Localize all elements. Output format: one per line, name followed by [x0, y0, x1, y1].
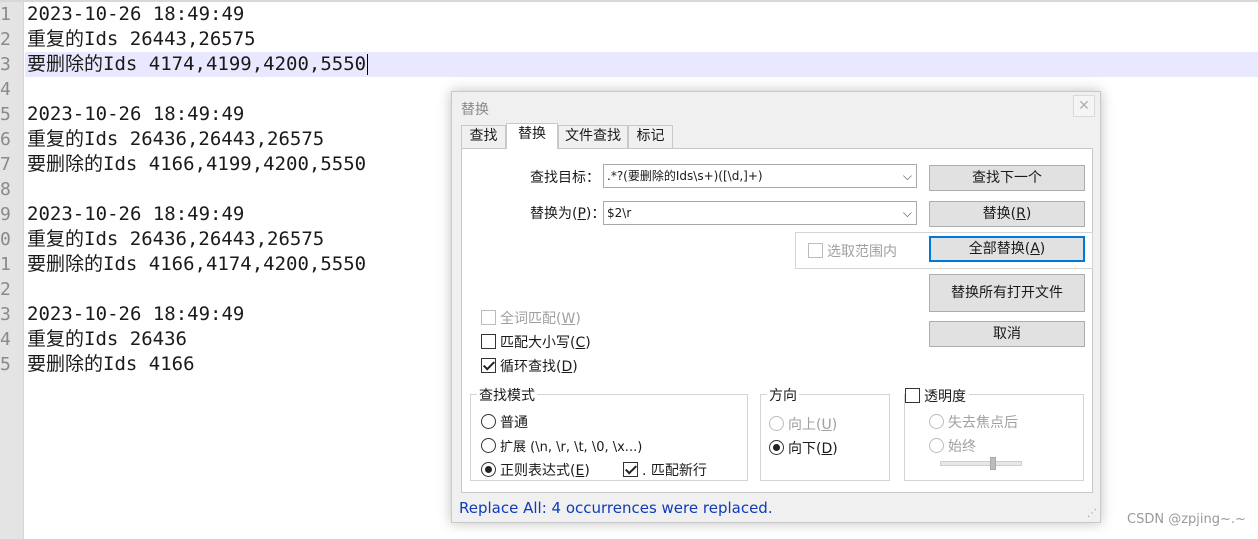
checkbox[interactable]	[481, 310, 496, 325]
find-what-label: 查找目标：	[530, 170, 600, 186]
line-number: 3	[0, 54, 11, 75]
replace-with-label: 替换为(P)：	[530, 206, 606, 222]
direction-up-option[interactable]: 向上(U)	[769, 414, 837, 434]
direction-title: 方向	[767, 385, 799, 405]
checkbox[interactable]	[481, 334, 496, 349]
line-number: 5	[0, 104, 11, 125]
editor-line-current[interactable]: 要删除的Ids 4174,4199,4200,5550	[25, 52, 1258, 77]
replace-all-in-open-docs-button[interactable]: 替换所有打开文件	[929, 274, 1085, 312]
line-number: 3	[0, 304, 11, 325]
transparency-on-lose-focus-option[interactable]: 失去焦点后	[929, 412, 1018, 432]
line-number: 0	[0, 229, 11, 250]
tab-mark[interactable]: 标记	[628, 125, 673, 148]
search-mode-title: 查找模式	[477, 385, 537, 405]
replace-with-value: $2\r	[607, 206, 632, 220]
replace-dialog: 替换 ✕ 查找 替换 文件查找 标记 查找目标： .*?(要删除的Ids\s+)…	[451, 91, 1101, 523]
dialog-title: 替换	[461, 102, 489, 118]
line-number: 9	[0, 204, 11, 225]
radio[interactable]	[481, 414, 496, 429]
checkbox-checked[interactable]	[623, 462, 638, 477]
resize-grip-icon[interactable]: ⋰	[1087, 508, 1097, 519]
find-what-value: .*?(要删除的Ids\s+)([\d,]+)	[607, 169, 763, 183]
radio[interactable]	[929, 438, 944, 453]
whole-word-option[interactable]: 全词匹配(W)	[481, 308, 581, 328]
dot-matches-newline-option[interactable]: . 匹配新行	[623, 460, 707, 480]
in-selection-option[interactable]: 选取范围内	[808, 241, 897, 261]
mode-normal-option[interactable]: 普通	[481, 412, 528, 432]
radio[interactable]	[481, 438, 496, 453]
editor-line[interactable]: 重复的Ids 26443,26575	[25, 27, 1258, 52]
wrap-around-option[interactable]: 循环查找(D)	[481, 356, 578, 376]
transparency-slider[interactable]	[940, 461, 1022, 466]
chevron-down-icon[interactable]: ⌵	[903, 202, 912, 224]
line-number: 7	[0, 154, 11, 175]
replace-with-combo[interactable]: $2\r ⌵	[603, 201, 917, 225]
line-number: 4	[0, 79, 11, 100]
line-number: 5	[0, 354, 11, 375]
mode-extended-option[interactable]: 扩展 (\n, \r, \t, \0, \x...)	[481, 436, 642, 456]
line-number: 1	[0, 254, 11, 275]
line-number: 6	[0, 129, 11, 150]
match-case-option[interactable]: 匹配大小写(C)	[481, 332, 591, 352]
text-caret	[367, 54, 369, 75]
transparency-slider-thumb[interactable]	[990, 457, 997, 470]
cancel-button[interactable]: 取消	[929, 321, 1085, 347]
checkbox-checked[interactable]	[481, 358, 496, 373]
replace-panel: 查找目标： .*?(要删除的Ids\s+)([\d,]+) ⌵ 替换为(P)： …	[461, 148, 1093, 493]
direction-down-option[interactable]: 向下(D)	[769, 438, 838, 458]
radio-checked[interactable]	[481, 462, 496, 477]
line-number: 2	[0, 29, 11, 50]
replace-button[interactable]: 替换(R)	[929, 201, 1085, 227]
radio[interactable]	[929, 414, 944, 429]
line-number: 4	[0, 329, 11, 350]
chevron-down-icon[interactable]: ⌵	[903, 165, 912, 187]
line-number: 2	[0, 279, 11, 300]
status-message: Replace All: 4 occurrences were replaced…	[459, 499, 773, 517]
find-next-button[interactable]: 查找下一个	[929, 165, 1085, 191]
transparency-option[interactable]: 透明度	[905, 386, 969, 406]
mode-regex-option[interactable]: 正则表达式(E)	[481, 460, 590, 480]
line-number-gutter: 1 2 3 4 5 6 7 8 9 0 1 2 3 4 5	[0, 2, 24, 539]
line-number: 8	[0, 179, 11, 200]
radio[interactable]	[769, 416, 784, 431]
radio-checked[interactable]	[769, 440, 784, 455]
editor-line[interactable]: 2023-10-26 18:49:49	[25, 2, 1258, 27]
checkbox[interactable]	[905, 388, 920, 403]
tab-replace[interactable]: 替换	[506, 123, 558, 149]
close-button[interactable]: ✕	[1073, 95, 1095, 117]
tab-find[interactable]: 查找	[461, 125, 506, 148]
replace-all-button[interactable]: 全部替换(A)	[929, 236, 1085, 262]
line-number: 1	[0, 4, 11, 25]
transparency-always-option[interactable]: 始终	[929, 436, 976, 456]
tab-find-in-files[interactable]: 文件查找	[558, 125, 628, 148]
find-what-combo[interactable]: .*?(要删除的Ids\s+)([\d,]+) ⌵	[603, 164, 917, 188]
checkbox[interactable]	[808, 243, 823, 258]
watermark: CSDN @zpjing~.~	[1127, 512, 1246, 527]
